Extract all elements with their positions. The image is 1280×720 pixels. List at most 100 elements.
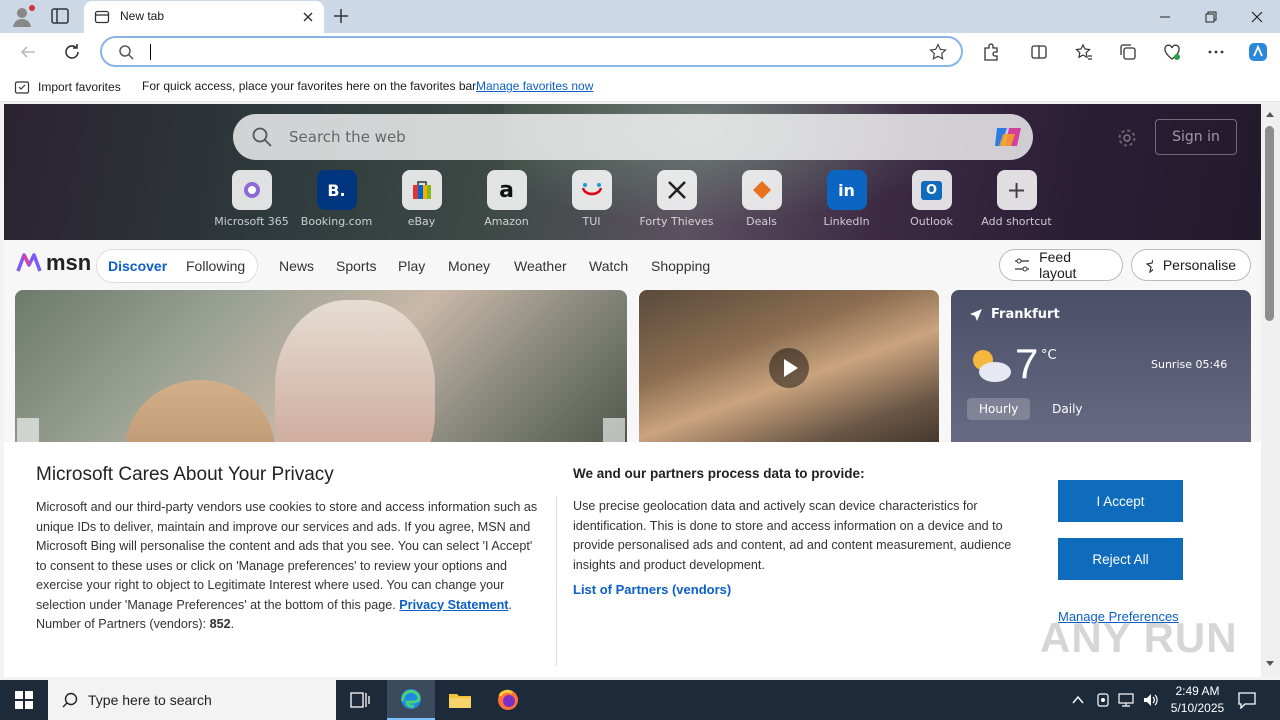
- feed-layout-button[interactable]: Feed layout: [999, 249, 1123, 281]
- tab-following[interactable]: Following: [186, 258, 245, 274]
- collections-button[interactable]: [1116, 40, 1140, 64]
- notifications-icon[interactable]: [1238, 691, 1256, 709]
- shortcut-outlook[interactable]: O Outlook: [889, 170, 974, 228]
- taskbar-search-box[interactable]: Type here to search: [48, 680, 336, 720]
- refresh-button[interactable]: [60, 40, 84, 64]
- shortcut-label: Booking.com: [300, 215, 373, 228]
- shortcut-add[interactable]: + Add shortcut: [974, 170, 1059, 228]
- tab-new-tab[interactable]: New tab: [84, 1, 324, 33]
- personalise-button[interactable]: Personalise: [1131, 249, 1251, 281]
- new-tab-button[interactable]: [330, 5, 352, 27]
- web-search-box[interactable]: Search the web: [233, 114, 1033, 160]
- shortcut-ebay[interactable]: eBay: [379, 170, 464, 228]
- tab-daily[interactable]: Daily: [1040, 398, 1094, 420]
- favorites-button[interactable]: [1072, 40, 1096, 64]
- extensions-icon: [984, 43, 998, 61]
- import-favorites-button[interactable]: Import favorites: [14, 79, 121, 95]
- partly-cloudy-icon: [973, 350, 1011, 382]
- privacy-statement-link[interactable]: Privacy Statement: [399, 598, 508, 612]
- copilot-button[interactable]: [1246, 40, 1270, 64]
- shortcut-tui[interactable]: TUI: [549, 170, 634, 228]
- network-security-icon[interactable]: [1096, 692, 1110, 708]
- edge-icon: [401, 689, 421, 709]
- favorites-icon: [1075, 43, 1092, 60]
- restore-button[interactable]: [1188, 0, 1234, 33]
- taskbar: Type here to search 2:49 AM 5/10/2025: [0, 680, 1280, 720]
- start-button[interactable]: [0, 680, 48, 720]
- file-explorer-button[interactable]: [436, 680, 484, 720]
- network-icon[interactable]: [1118, 693, 1134, 707]
- settings-more-button[interactable]: [1204, 40, 1228, 64]
- shortcut-deals[interactable]: Deals: [719, 170, 804, 228]
- shortcut-linkedin[interactable]: in LinkedIn: [804, 170, 889, 228]
- import-favorites-icon: [14, 81, 30, 94]
- firefox-button[interactable]: [484, 680, 532, 720]
- address-bar[interactable]: [100, 36, 963, 67]
- tab-hourly[interactable]: Hourly: [967, 398, 1031, 420]
- weather-location[interactable]: Frankfurt: [991, 307, 1060, 322]
- web-search-placeholder: Search the web: [289, 128, 406, 146]
- tab-actions-icon[interactable]: [50, 6, 70, 26]
- play-icon[interactable]: [769, 348, 809, 388]
- privacy-consent-dialog: Microsoft Cares About Your Privacy Micro…: [4, 442, 1261, 677]
- nav-play[interactable]: Play: [398, 258, 425, 274]
- weather-card[interactable]: Frankfurt 7 °C Sunrise 05:46 Hourly Dail…: [951, 290, 1251, 450]
- divider: [556, 496, 557, 666]
- minimize-button[interactable]: [1142, 0, 1188, 33]
- sign-in-button[interactable]: Sign in: [1155, 119, 1237, 155]
- shortcut-label: Deals: [746, 215, 777, 228]
- watermark: ANY RUN: [1040, 614, 1238, 661]
- split-screen-button[interactable]: [1027, 40, 1051, 64]
- extensions-button[interactable]: [979, 40, 1003, 64]
- shortcut-label: eBay: [407, 215, 436, 228]
- nav-money[interactable]: Money: [448, 258, 490, 274]
- shortcut-forty-thieves[interactable]: Forty Thieves: [634, 170, 719, 228]
- task-view-button[interactable]: [336, 680, 384, 720]
- tab-discover[interactable]: Discover: [108, 258, 167, 274]
- split-screen-icon: [1031, 45, 1047, 59]
- shortcut-amazon[interactable]: a Amazon: [464, 170, 549, 228]
- close-icon: [1251, 11, 1263, 22]
- favorite-star-icon[interactable]: [929, 43, 947, 61]
- privacy-body: Microsoft and our third-party vendors us…: [36, 500, 538, 631]
- favorites-bar: Import favorites For quick access, place…: [0, 70, 1280, 102]
- system-clock[interactable]: 2:49 AM 5/10/2025: [1160, 683, 1235, 717]
- manage-favorites-link[interactable]: Manage favorites now: [476, 79, 593, 93]
- nav-weather[interactable]: Weather: [514, 258, 567, 274]
- deals-icon: [741, 170, 782, 210]
- close-window-button[interactable]: [1234, 0, 1280, 33]
- page-scrollbar[interactable]: [1261, 104, 1280, 677]
- partners-count: 852: [209, 617, 231, 631]
- scrollbar-thumb[interactable]: [1265, 126, 1274, 321]
- news-image: [125, 380, 275, 450]
- chevron-up-icon[interactable]: [1072, 694, 1084, 706]
- edge-taskbar-button[interactable]: [387, 680, 435, 720]
- close-tab-icon[interactable]: [300, 9, 316, 25]
- scroll-up-icon[interactable]: [1265, 110, 1275, 118]
- nav-sports[interactable]: Sports: [336, 258, 376, 274]
- nav-news[interactable]: News: [279, 258, 314, 274]
- clock-time: 2:49 AM: [1175, 684, 1220, 698]
- accept-button[interactable]: I Accept: [1058, 480, 1183, 522]
- back-button[interactable]: [16, 40, 40, 64]
- shortcut-booking[interactable]: B. Booking.com: [294, 170, 379, 228]
- scroll-down-icon[interactable]: [1265, 660, 1275, 668]
- copilot-icon[interactable]: [991, 120, 1025, 154]
- nav-shopping[interactable]: Shopping: [651, 258, 710, 274]
- task-view-icon: [350, 692, 370, 708]
- news-card-featured[interactable]: [15, 290, 627, 450]
- gear-icon[interactable]: [1117, 128, 1137, 148]
- msn-logo[interactable]: msn: [16, 250, 91, 276]
- weather-temperature: 7: [1015, 340, 1039, 387]
- shortcut-microsoft-365[interactable]: Microsoft 365: [209, 170, 294, 228]
- nav-watch[interactable]: Watch: [589, 258, 628, 274]
- volume-icon[interactable]: [1142, 692, 1158, 708]
- more-options-icon: [1208, 50, 1224, 54]
- browser-essentials-button[interactable]: [1160, 40, 1184, 64]
- video-card[interactable]: [639, 290, 939, 450]
- list-of-partners-link[interactable]: List of Partners (vendors): [573, 582, 731, 597]
- minimize-icon: [1160, 16, 1170, 17]
- reject-all-button[interactable]: Reject All: [1058, 538, 1183, 580]
- weather-unit: °C: [1041, 348, 1057, 363]
- taskbar-search-placeholder: Type here to search: [88, 692, 212, 708]
